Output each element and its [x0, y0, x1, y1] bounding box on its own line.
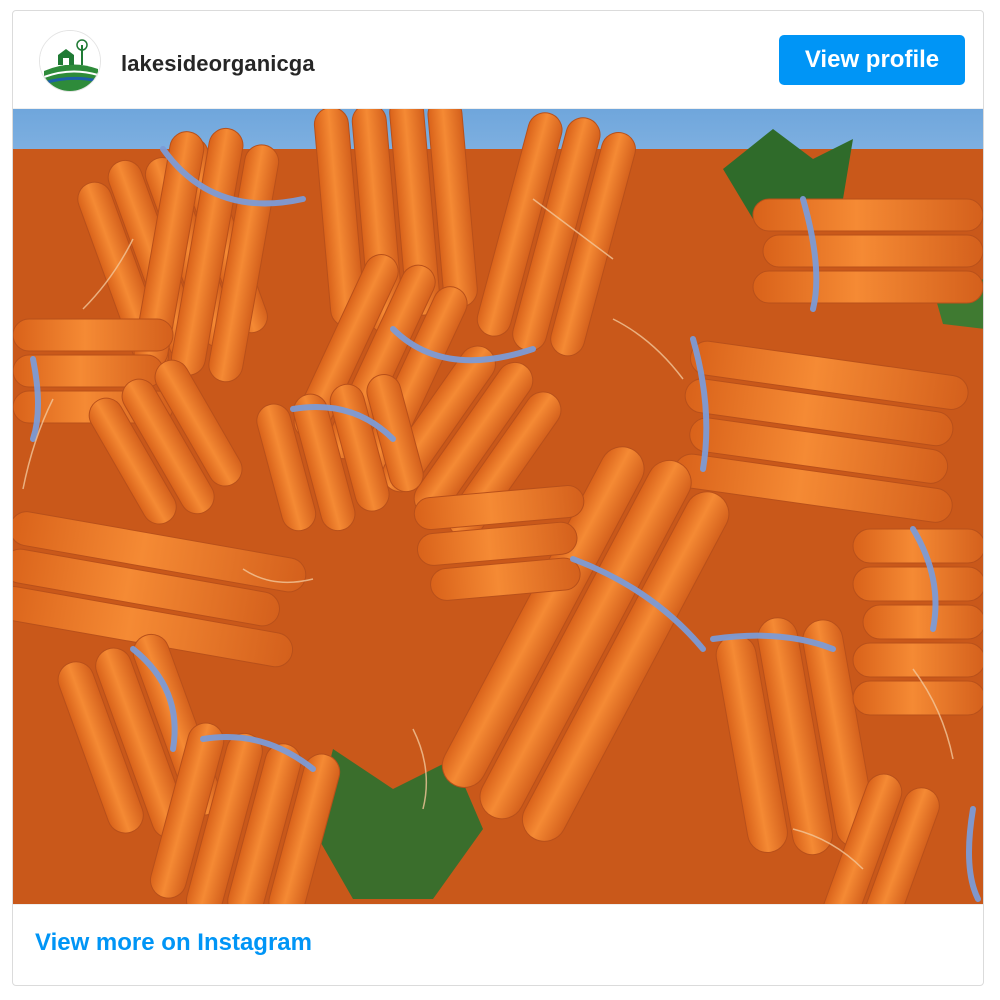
carrots-photo	[13, 109, 983, 904]
view-more-on-instagram-link[interactable]: View more on Instagram	[35, 929, 312, 957]
instagram-embed-card: lakesideorganicga View profile View more…	[12, 10, 984, 986]
username[interactable]: lakesideorganicga	[121, 51, 315, 77]
farm-barn-logo-icon	[40, 31, 100, 91]
post-footer: View more on Instagram	[13, 904, 983, 985]
avatar[interactable]	[39, 30, 101, 92]
post-image[interactable]	[13, 109, 983, 904]
post-header: lakesideorganicga View profile	[13, 11, 983, 109]
view-profile-button[interactable]: View profile	[779, 35, 965, 85]
